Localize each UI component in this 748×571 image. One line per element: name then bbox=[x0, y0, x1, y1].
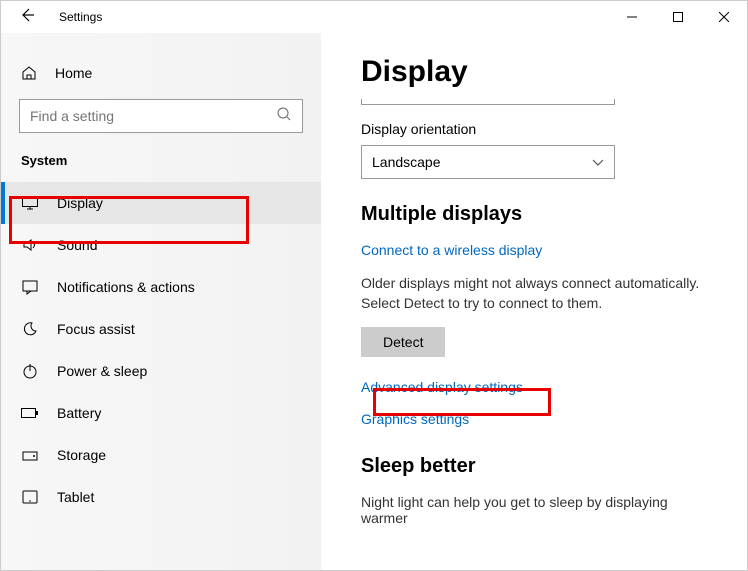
home-link[interactable]: Home bbox=[1, 57, 321, 89]
category-header: System bbox=[1, 153, 321, 182]
sidebar-item-label: Notifications & actions bbox=[57, 279, 195, 295]
home-icon bbox=[21, 65, 37, 81]
monitor-icon bbox=[21, 194, 39, 212]
sidebar-item-tablet[interactable]: Tablet bbox=[1, 476, 321, 518]
search-icon bbox=[276, 106, 292, 127]
sidebar-item-battery[interactable]: Battery bbox=[1, 392, 321, 434]
minimize-button[interactable] bbox=[609, 1, 655, 33]
storage-icon bbox=[21, 446, 39, 464]
multiple-displays-header: Multiple displays bbox=[361, 203, 707, 226]
sidebar-item-label: Focus assist bbox=[57, 321, 135, 337]
sidebar-item-power-sleep[interactable]: Power & sleep bbox=[1, 350, 321, 392]
power-icon bbox=[21, 362, 39, 380]
orientation-dropdown[interactable]: Landscape bbox=[361, 145, 615, 179]
connect-wireless-link[interactable]: Connect to a wireless display bbox=[361, 242, 707, 258]
sidebar-item-display[interactable]: Display bbox=[1, 182, 321, 224]
back-button[interactable] bbox=[19, 7, 39, 27]
sidebar-item-focus-assist[interactable]: Focus assist bbox=[1, 308, 321, 350]
page-title: Display bbox=[361, 55, 707, 89]
search-input[interactable] bbox=[30, 108, 276, 124]
sidebar-item-storage[interactable]: Storage bbox=[1, 434, 321, 476]
detect-button[interactable]: Detect bbox=[361, 327, 445, 357]
orientation-label: Display orientation bbox=[361, 121, 707, 137]
search-box[interactable] bbox=[19, 99, 303, 133]
sidebar-item-label: Battery bbox=[57, 405, 101, 421]
sidebar-item-notifications[interactable]: Notifications & actions bbox=[1, 266, 321, 308]
maximize-button[interactable] bbox=[655, 1, 701, 33]
close-button[interactable] bbox=[701, 1, 747, 33]
sound-icon bbox=[21, 236, 39, 254]
detect-description: Older displays might not always connect … bbox=[361, 274, 707, 313]
sleep-better-header: Sleep better bbox=[361, 455, 707, 478]
sidebar-item-label: Sound bbox=[57, 237, 97, 253]
orientation-value: Landscape bbox=[372, 154, 441, 170]
battery-icon bbox=[21, 404, 39, 422]
sidebar: Home System Display Sound Notifications … bbox=[1, 33, 321, 570]
sleep-description: Night light can help you get to sleep by… bbox=[361, 494, 707, 526]
graphics-settings-link[interactable]: Graphics settings bbox=[361, 411, 707, 427]
sidebar-item-label: Power & sleep bbox=[57, 363, 147, 379]
advanced-display-link[interactable]: Advanced display settings bbox=[361, 379, 707, 395]
sidebar-item-label: Storage bbox=[57, 447, 106, 463]
window-title: Settings bbox=[59, 10, 102, 24]
chevron-down-icon bbox=[592, 154, 604, 170]
moon-icon bbox=[21, 320, 39, 338]
notifications-icon bbox=[21, 278, 39, 296]
sidebar-item-label: Display bbox=[57, 195, 103, 211]
sidebar-item-sound[interactable]: Sound bbox=[1, 224, 321, 266]
sidebar-item-label: Tablet bbox=[57, 489, 94, 505]
tablet-icon bbox=[21, 488, 39, 506]
main-content: Display Display orientation Landscape Mu… bbox=[321, 33, 747, 570]
home-label: Home bbox=[55, 65, 92, 81]
divider bbox=[361, 99, 615, 105]
